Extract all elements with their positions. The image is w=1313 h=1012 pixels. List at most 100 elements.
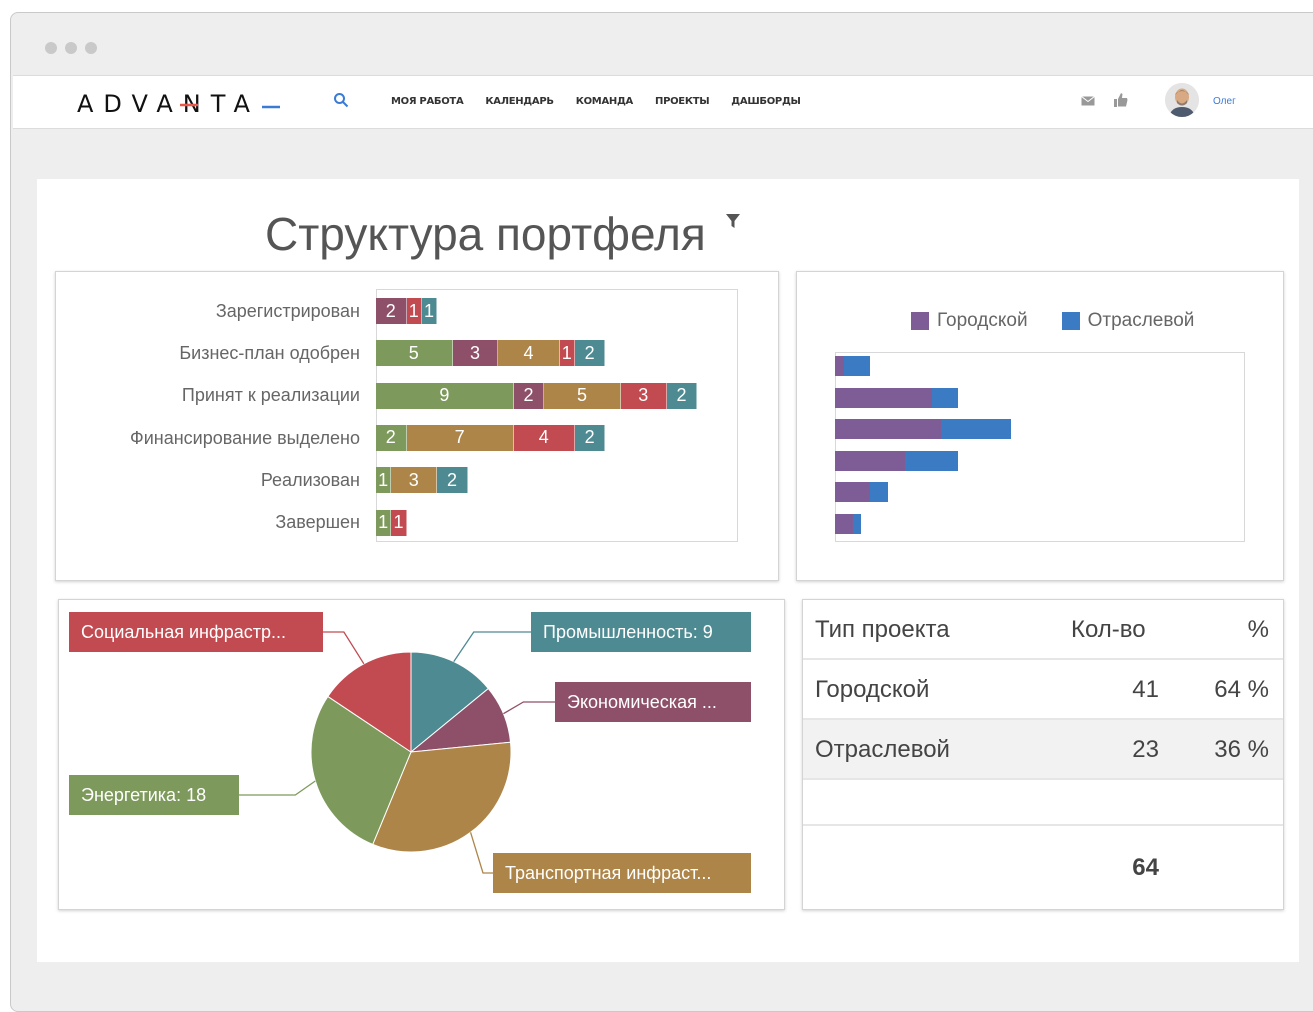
- stage-chart-panel: Зарегистрирован Бизнес-план одобрен Прин…: [55, 271, 779, 581]
- stage-bar-segment[interactable]: 7: [406, 424, 514, 451]
- nav-projects[interactable]: ПРОЕКТЫ: [655, 96, 710, 107]
- pie-label-energy: Энергетика: 18: [69, 775, 239, 815]
- stage-bar-segment[interactable]: 2: [513, 382, 545, 409]
- cell-type: Отраслевой: [815, 736, 950, 763]
- stage-bar-segment[interactable]: 1: [376, 509, 392, 536]
- stage-bar-segment[interactable]: 2: [574, 424, 606, 451]
- type-bar-segment[interactable]: [905, 450, 959, 471]
- type-bar-segment[interactable]: [843, 356, 871, 376]
- user-name[interactable]: Олег: [1213, 96, 1236, 107]
- stage-bar-segment[interactable]: 2: [376, 424, 407, 451]
- pie-label-industry: Промышленность: 9: [531, 612, 751, 652]
- pie-leader-line: [239, 780, 316, 796]
- type-bar-segment[interactable]: [835, 513, 853, 534]
- stage-bar-segment[interactable]: 1: [391, 509, 407, 536]
- pie-leader-line: [323, 631, 365, 665]
- cell-type: Городской: [815, 676, 930, 703]
- cell-percent: 36 %: [1214, 736, 1269, 763]
- stage-bar-segment[interactable]: 1: [421, 298, 438, 324]
- window-dot-close[interactable]: [45, 42, 57, 54]
- stage-bar-segment[interactable]: 1: [376, 467, 392, 494]
- page-title: Структура портфеля: [265, 208, 706, 260]
- stage-bar-segment[interactable]: 5: [376, 340, 453, 367]
- type-bar-segment[interactable]: [835, 482, 871, 502]
- table-empty-row: [803, 780, 1283, 826]
- stage-bar-segment[interactable]: 3: [452, 340, 499, 367]
- stage-bar-segment[interactable]: 2: [574, 340, 606, 367]
- nav-team[interactable]: КОМАНДА: [576, 96, 634, 107]
- stage-bar-segment[interactable]: 1: [559, 340, 575, 367]
- stage-bar-segment[interactable]: 2: [666, 382, 698, 409]
- legend-swatch-city: [911, 312, 929, 330]
- stage-label: Реализован: [260, 470, 360, 490]
- stage-chart-plot-area: [376, 289, 738, 542]
- column-header-type[interactable]: Тип проекта: [815, 616, 950, 644]
- type-bar-segment[interactable]: [835, 450, 906, 471]
- column-header-count[interactable]: Кол-во: [1071, 616, 1146, 644]
- stage-bar-segment[interactable]: 4: [498, 340, 560, 367]
- avatar[interactable]: [1165, 83, 1199, 117]
- stage-label: Принят к реализации: [181, 385, 360, 405]
- pie-label-social: Социальная инфрастр...: [69, 612, 323, 652]
- pie-leader-line: [453, 631, 531, 662]
- brand-logo-mark: ADVANTA: [77, 90, 280, 118]
- stage-label: Бизнес-план одобрен: [179, 343, 360, 363]
- type-chart-panel: Городской Отраслевой: [796, 271, 1284, 581]
- type-bar-segment[interactable]: [940, 419, 1011, 439]
- thumbs-up-icon[interactable]: [1113, 92, 1129, 108]
- type-bar-segment[interactable]: [870, 482, 888, 502]
- cell-percent: 64 %: [1214, 676, 1269, 703]
- stage-bar-segment[interactable]: 3: [620, 382, 667, 409]
- legend-city-label: Городской: [937, 310, 1028, 331]
- brand-logo[interactable]: ADVANTA: [77, 88, 297, 125]
- window-dot-minimize[interactable]: [65, 42, 77, 54]
- stage-bar-segment[interactable]: 5: [544, 382, 621, 409]
- stage-bar-segment[interactable]: 2: [437, 467, 468, 494]
- legend-swatch-industry: [1061, 312, 1080, 330]
- type-chart-legend: Городской Отраслевой: [911, 310, 1194, 332]
- pie-label-transport: Транспортная инфраст...: [493, 853, 751, 893]
- avatar-image: [1165, 83, 1199, 117]
- stage-bar-segment[interactable]: 3: [391, 467, 438, 494]
- filter-icon[interactable]: [725, 213, 741, 229]
- table-row[interactable]: Отраслевой 23 36 %: [803, 720, 1283, 780]
- stage-label: Завершен: [275, 512, 360, 532]
- dashboard-content: Структура портфеля Зарегистрирован Бизне…: [37, 179, 1299, 962]
- stage-bar-segment[interactable]: 1: [406, 298, 422, 324]
- nav-my-work[interactable]: МОЯ РАБОТА: [391, 96, 464, 107]
- pie-leader-line: [469, 832, 493, 874]
- type-chart-plot-area: [835, 352, 1245, 542]
- nav-dashboards[interactable]: ДАШБОРДЫ: [731, 96, 801, 107]
- cell-count: 41: [1132, 676, 1159, 703]
- pie-label-economic: Экономическая ...: [555, 682, 751, 722]
- main-menu: МОЯ РАБОТА КАЛЕНДАРЬ КОМАНДА ПРОЕКТЫ ДАШ…: [391, 96, 801, 107]
- table-total-row: 64: [803, 826, 1283, 910]
- type-bar-segment[interactable]: [931, 387, 959, 408]
- window-dot-maximize[interactable]: [85, 42, 97, 54]
- window-controls: [45, 42, 97, 54]
- table-row[interactable]: Городской 41 64 %: [803, 660, 1283, 720]
- type-bar-segment[interactable]: [852, 513, 862, 534]
- industry-pie-panel: Промышленность: 9 Экономическая ... Тран…: [58, 599, 785, 910]
- stage-bar-segment[interactable]: 9: [376, 382, 514, 409]
- browser-window: ADVANTA МОЯ РАБОТА КАЛЕНДАРЬ КОМАНДА ПРО…: [10, 12, 1313, 1012]
- column-header-percent[interactable]: %: [1248, 616, 1269, 644]
- stage-bar-segment[interactable]: 2: [376, 298, 407, 324]
- cell-count: 23: [1132, 736, 1159, 763]
- mail-icon[interactable]: [1081, 96, 1095, 106]
- cell-total: 64: [1132, 854, 1159, 881]
- project-type-table: Тип проекта Кол-во % Городской 41 64 % О…: [802, 599, 1284, 910]
- search-icon[interactable]: [333, 92, 349, 108]
- legend-industry-label: Отраслевой: [1087, 310, 1195, 331]
- type-bar-segment[interactable]: [835, 419, 941, 439]
- nav-calendar[interactable]: КАЛЕНДАРЬ: [485, 96, 554, 107]
- stage-bar-segment[interactable]: 4: [513, 424, 575, 451]
- type-bar-segment[interactable]: [835, 356, 844, 376]
- stage-label: Зарегистрирован: [215, 301, 360, 321]
- type-bar-segment[interactable]: [835, 387, 932, 408]
- pie-leader-line: [503, 701, 555, 715]
- table-header-row: Тип проекта Кол-во %: [803, 600, 1283, 660]
- top-navbar: ADVANTA МОЯ РАБОТА КАЛЕНДАРЬ КОМАНДА ПРО…: [13, 75, 1313, 129]
- svg-text:ADVANTA: ADVANTA: [77, 90, 260, 118]
- stage-label: Финансирование выделено: [130, 428, 360, 448]
